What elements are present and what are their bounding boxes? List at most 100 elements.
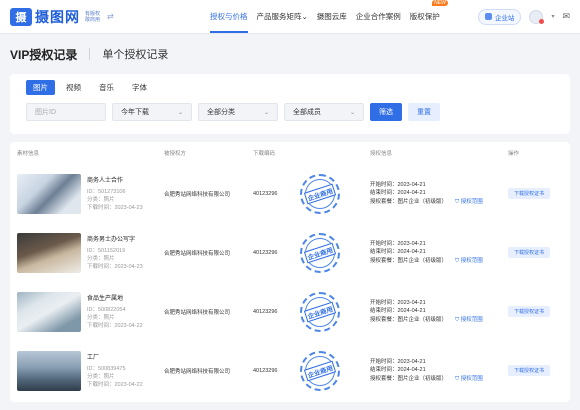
asset-title[interactable]: 商务人士合作 <box>87 175 164 184</box>
nav-item-cloud-library[interactable]: 摄图云库 <box>317 9 347 24</box>
title-divider <box>89 48 91 60</box>
asset-title[interactable]: 商务男士办公写字 <box>87 234 164 243</box>
asset-thumbnail[interactable] <box>17 232 81 273</box>
logo-mark: 摄 <box>10 7 32 26</box>
nav-item-label: 企业合作案例 <box>355 12 401 21</box>
asset-id: ID：501152019 <box>87 248 126 254</box>
download-period-select[interactable]: 今年下载 ⌄ <box>112 103 192 121</box>
chevron-down-icon: ⌄ <box>263 109 269 116</box>
asset-id: ID：501273106 <box>87 189 126 195</box>
logo-name: 摄图网 <box>35 8 80 25</box>
download-certificate-button[interactable]: 下载授权证书 <box>508 188 551 199</box>
asset-thumbnail[interactable] <box>17 173 81 214</box>
stamp-label: 企业商用 <box>303 242 337 263</box>
column-header-asset: 素材信息 <box>17 151 40 157</box>
download-code: 40123296 <box>253 367 278 374</box>
image-id-input[interactable]: 图片ID <box>26 103 106 121</box>
page-title[interactable]: VIP授权记录 <box>10 46 77 63</box>
nav-item-enterprise-cases[interactable]: 企业合作案例 <box>356 9 401 24</box>
licensee-name: 合肥秀站网络科技有限公司 <box>164 191 231 198</box>
license-start: 开始时间：2023-04-21 <box>370 240 426 247</box>
tab-font[interactable]: 字体 <box>125 80 154 95</box>
table-header: 素材信息 被授权方 下载编码 授权信息 操作 <box>10 142 570 164</box>
category-select[interactable]: 全部分类 ⌄ <box>198 103 278 121</box>
table-row: 食品生产属地 ID：500822054 分类：照片 下载时间：2023-04-2… <box>10 282 570 341</box>
enterprise-commercial-stamp: 企业商用 <box>300 350 340 391</box>
download-certificate-button[interactable]: 下载授权证书 <box>508 306 551 317</box>
column-header-license: 授权信息 <box>370 151 393 157</box>
license-end: 结束时间：2024-04-21 <box>370 367 426 374</box>
licensee-name: 合肥秀站网络科技有限公司 <box>164 250 231 257</box>
filter-controls: 图片ID 今年下载 ⌄ 全部分类 ⌄ 全部成员 ⌄ 筛选 重置 <box>26 103 554 121</box>
mail-icon[interactable]: ✉ <box>562 11 570 22</box>
asset-download-time: 下载时间：2023-04-22 <box>87 323 143 329</box>
chevron-down-icon: ⌄ <box>301 12 308 21</box>
enterprise-commercial-stamp: 企业商用 <box>300 232 340 273</box>
license-scope-label: 授权范围 <box>460 316 483 323</box>
logo[interactable]: 摄 摄图网 有版权 敢商用 ⇄ <box>10 7 190 27</box>
asset-title[interactable]: 工厂 <box>87 352 164 361</box>
download-code: 40123296 <box>253 190 278 197</box>
shield-icon: ⛉ <box>455 198 460 205</box>
license-package-line: 授权套餐：图片企业（初级版） ⛉ 授权范围 <box>370 257 508 266</box>
license-scope-link[interactable]: ⛉ 授权范围 <box>455 316 483 325</box>
asset-thumbnail[interactable] <box>17 291 81 332</box>
nav-item-copyright-protection[interactable]: 版权保护 NEW <box>410 0 448 24</box>
page-subtitle[interactable]: 单个授权记录 <box>102 46 168 62</box>
asset-category: 分类：照片 <box>87 256 115 262</box>
nav-item-label: 产品服务矩阵 <box>256 12 302 21</box>
column-header-licensee: 被授权方 <box>164 151 187 157</box>
table-row: 商务人士合作 ID：501273106 分类：照片 下载时间：2023-04-2… <box>10 164 570 223</box>
member-select[interactable]: 全部成员 ⌄ <box>284 103 364 121</box>
logo-slogan-line-2: 敢商用 <box>85 16 101 23</box>
filter-button[interactable]: 筛选 <box>370 103 402 121</box>
asset-thumbnail[interactable] <box>17 350 81 391</box>
license-start: 开始时间：2023-04-21 <box>370 181 426 188</box>
license-package: 授权套餐：图片企业（初级版） <box>370 316 448 323</box>
shield-icon: ⛉ <box>455 375 460 382</box>
license-end: 结束时间：2024-04-21 <box>370 249 426 256</box>
tab-video[interactable]: 视频 <box>59 80 88 95</box>
nav-item-product-matrix[interactable]: 产品服务矩阵⌄ <box>257 9 308 24</box>
table-row: 商务男士办公写字 ID：501152019 分类：照片 下载时间：2023-04… <box>10 223 570 282</box>
asset-category: 分类：照片 <box>87 374 115 380</box>
license-package-line: 授权套餐：图片企业（初级版） ⛉ 授权范围 <box>370 316 508 325</box>
media-type-tabs: 图片 视频 音乐 字体 <box>26 80 554 95</box>
logo-slogan: 有版权 敢商用 <box>85 11 100 23</box>
top-navigation-bar: 摄 摄图网 有版权 敢商用 ⇄ 授权与价格 产品服务矩阵⌄ 摄图云库 企业合作案… <box>0 0 580 34</box>
reset-button[interactable]: 重置 <box>408 103 440 121</box>
tab-image[interactable]: 图片 <box>26 80 55 95</box>
download-code: 40123296 <box>253 249 278 256</box>
license-package-line: 授权套餐：图片企业（初级版） ⛉ 授权范围 <box>370 375 508 384</box>
licensee-name: 合肥秀站网络科技有限公司 <box>164 368 231 375</box>
category-value: 全部分类 <box>207 109 235 116</box>
license-scope-link[interactable]: ⛉ 授权范围 <box>455 375 483 384</box>
stamp-label: 企业商用 <box>303 183 337 204</box>
column-header-code: 下载编码 <box>253 151 276 157</box>
logo-slogan-line-1: 有版权 <box>85 10 101 17</box>
stamp-label: 企业商用 <box>303 360 337 381</box>
swap-icon[interactable]: ⇄ <box>107 12 114 21</box>
license-package: 授权套餐：图片企业（初级版） <box>370 198 448 205</box>
nav-item-license-price[interactable]: 授权与价格 <box>210 9 248 33</box>
license-start: 开始时间：2023-04-21 <box>370 358 426 365</box>
asset-title[interactable]: 食品生产属地 <box>87 293 164 302</box>
chevron-down-icon[interactable]: ▾ <box>551 13 554 20</box>
member-value: 全部成员 <box>293 109 321 116</box>
enterprise-site-button[interactable]: 企业站 <box>477 8 522 25</box>
license-end: 结束时间：2024-04-21 <box>370 190 426 197</box>
avatar[interactable] <box>529 9 545 24</box>
tab-music[interactable]: 音乐 <box>92 80 121 95</box>
license-scope-link[interactable]: ⛉ 授权范围 <box>455 198 483 207</box>
license-scope-label: 授权范围 <box>460 198 483 205</box>
license-package-line: 授权套餐：图片企业（初级版） ⛉ 授权范围 <box>370 198 508 207</box>
asset-id: ID：500822054 <box>87 307 126 313</box>
download-certificate-button[interactable]: 下载授权证书 <box>508 247 551 258</box>
license-scope-link[interactable]: ⛉ 授权范围 <box>455 257 483 266</box>
download-certificate-button[interactable]: 下载授权证书 <box>508 365 551 376</box>
stamp-label: 企业商用 <box>303 301 337 322</box>
download-period-value: 今年下载 <box>121 109 149 116</box>
column-header-action: 操作 <box>508 151 520 157</box>
licensee-name: 合肥秀站网络科技有限公司 <box>164 309 231 316</box>
filter-panel: 图片 视频 音乐 字体 图片ID 今年下载 ⌄ 全部分类 ⌄ 全部成员 ⌄ 筛选… <box>10 74 570 134</box>
